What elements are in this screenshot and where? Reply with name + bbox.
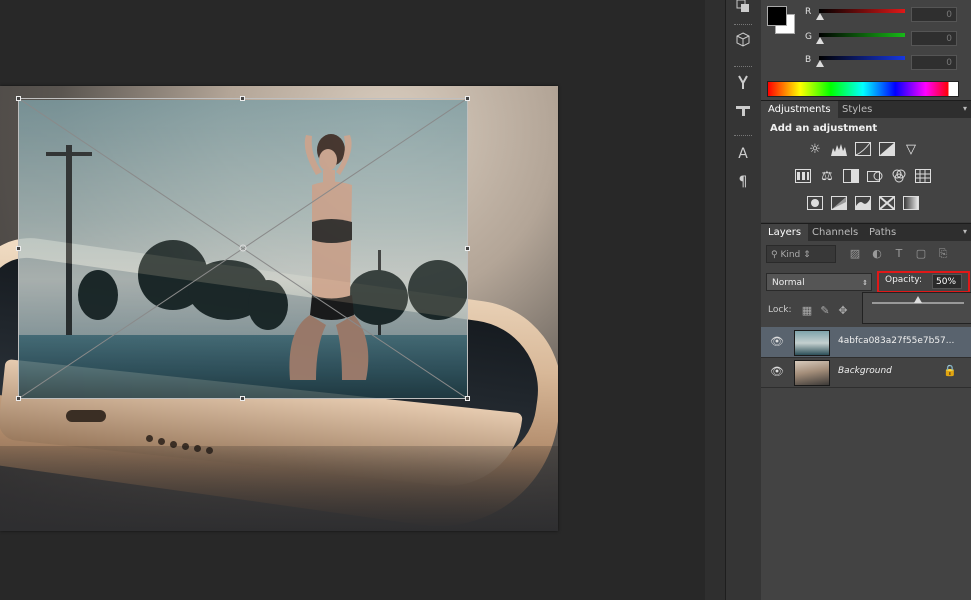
- brush-presets-icon[interactable]: [732, 74, 754, 94]
- blue-slider-thumb[interactable]: [816, 60, 824, 67]
- chevron-updown-icon: ⇕: [862, 279, 868, 287]
- green-slider-thumb[interactable]: [816, 37, 824, 44]
- red-slider-thumb[interactable]: [816, 13, 824, 20]
- opacity-slider-thumb[interactable]: [914, 296, 922, 303]
- panel-divider: [705, 0, 725, 600]
- 3d-icon[interactable]: [732, 32, 754, 52]
- speaker-hole: [146, 435, 153, 442]
- levels-icon[interactable]: [831, 142, 847, 158]
- red-value-input[interactable]: 0: [911, 7, 957, 22]
- adjustments-panel-tabs: Adjustments Styles ▾: [761, 100, 971, 119]
- layer-row-background[interactable]: 👁 Background 🔒: [761, 357, 971, 388]
- tab-adjustments[interactable]: Adjustments: [761, 101, 838, 119]
- hue-saturation-icon[interactable]: [795, 169, 811, 185]
- tab-paths[interactable]: Paths: [862, 224, 903, 242]
- layer-name[interactable]: Background: [838, 366, 892, 376]
- transform-handle-top[interactable]: [240, 96, 245, 101]
- transform-handle-bottom[interactable]: [240, 396, 245, 401]
- green-label: G: [805, 32, 812, 42]
- eye-icon[interactable]: 👁: [770, 336, 784, 348]
- phone-port: [66, 410, 106, 422]
- filter-type-icon[interactable]: T: [892, 247, 906, 261]
- red-label: R: [805, 7, 812, 17]
- blue-slider-track[interactable]: [819, 56, 905, 60]
- kind-label: Kind: [780, 250, 801, 260]
- opacity-label: Opacity:: [885, 275, 922, 285]
- lock-image-pixels-icon[interactable]: ✎: [818, 304, 832, 318]
- blend-opacity-row: Normal ⇕ Opacity: 50%: [766, 271, 971, 293]
- layer-row-overlay[interactable]: 👁 4abfca083a27f55e7b57...: [761, 327, 971, 358]
- layer-comps-icon[interactable]: [732, 0, 754, 18]
- color-panel: R 0 G 0 B 0: [761, 0, 971, 100]
- eye-icon[interactable]: 👁: [770, 366, 784, 378]
- layer-thumbnail: [794, 360, 830, 386]
- right-panel-stack: R 0 G 0 B 0 Adjustments Styles ▾ Add an …: [761, 0, 971, 600]
- tab-layers[interactable]: Layers: [761, 224, 809, 242]
- lock-position-icon[interactable]: ✥: [836, 304, 850, 318]
- layers-panel: ⚲ Kind ⇕ ▨ ◐ T ▢ ⎘ Normal ⇕ Opacity: 50%…: [761, 241, 971, 600]
- layers-panel-tabs: Layers Channels Paths ▾: [761, 223, 971, 242]
- panel-menu-icon[interactable]: ▾: [963, 227, 967, 236]
- transform-handle-bottom-right[interactable]: [465, 396, 470, 401]
- panel-grip[interactable]: [734, 66, 752, 70]
- transform-handle-top-left[interactable]: [16, 96, 21, 101]
- panel-grip[interactable]: [734, 24, 752, 28]
- transform-handle-left[interactable]: [16, 246, 21, 251]
- lock-transparent-pixels-icon[interactable]: ▦: [800, 304, 814, 318]
- lock-label: Lock:: [768, 305, 792, 315]
- filter-adjustment-icon[interactable]: ◐: [870, 247, 884, 261]
- color-balance-icon[interactable]: ⚖: [819, 169, 835, 185]
- speaker-hole: [158, 438, 165, 445]
- channel-mixer-icon[interactable]: [891, 169, 907, 185]
- filter-pixel-icon[interactable]: ▨: [848, 247, 862, 261]
- green-slider-track[interactable]: [819, 33, 905, 37]
- green-value-input[interactable]: 0: [911, 31, 957, 46]
- red-slider-track[interactable]: [819, 9, 905, 13]
- brightness-icon[interactable]: ☼: [807, 142, 823, 158]
- free-transform-box[interactable]: [18, 98, 468, 399]
- threshold-icon[interactable]: [855, 196, 871, 212]
- black-white-icon[interactable]: [843, 169, 859, 185]
- layer-thumbnail: [794, 330, 830, 356]
- blend-mode-select[interactable]: Normal ⇕: [766, 273, 872, 291]
- foreground-color-swatch[interactable]: [767, 6, 787, 26]
- blue-label: B: [805, 55, 812, 65]
- tool-presets-icon[interactable]: [732, 101, 754, 121]
- adjustments-panel: Add an adjustment ☼ ▽ ⚖: [761, 118, 971, 222]
- filter-shape-icon[interactable]: ▢: [914, 247, 928, 261]
- transform-handle-top-right[interactable]: [465, 96, 470, 101]
- canvas-area[interactable]: [0, 0, 705, 600]
- tab-styles[interactable]: Styles: [835, 101, 879, 119]
- panel-grip[interactable]: [734, 135, 752, 139]
- posterize-icon[interactable]: [831, 196, 847, 212]
- color-spectrum-bar[interactable]: [767, 81, 959, 97]
- transform-handle-bottom-left[interactable]: [16, 396, 21, 401]
- exposure-icon[interactable]: [879, 142, 895, 158]
- opacity-slider-popup[interactable]: [862, 292, 971, 324]
- panel-menu-icon[interactable]: ▾: [963, 104, 967, 113]
- layer-kind-filter[interactable]: ⚲ Kind ⇕: [766, 245, 836, 263]
- filter-smart-object-icon[interactable]: ⎘: [936, 247, 950, 261]
- vibrance-icon[interactable]: ▽: [903, 142, 919, 158]
- opacity-control-highlight[interactable]: Opacity: 50%: [877, 271, 970, 293]
- tab-channels[interactable]: Channels: [805, 224, 865, 242]
- paragraph-icon[interactable]: ¶: [732, 172, 754, 192]
- photo-filter-icon[interactable]: [867, 169, 883, 185]
- layer-name[interactable]: 4abfca083a27f55e7b57...: [838, 336, 954, 346]
- blend-mode-value: Normal: [772, 278, 805, 288]
- selective-color-icon[interactable]: [879, 196, 895, 212]
- layer-filter-row: ⚲ Kind ⇕ ▨ ◐ T ▢ ⎘: [766, 245, 966, 265]
- adjustments-title: Add an adjustment: [770, 123, 878, 134]
- opacity-input[interactable]: 50%: [932, 274, 962, 289]
- collapsed-panel-strip: A ¶: [725, 0, 762, 600]
- blue-value-input[interactable]: 0: [911, 55, 957, 70]
- color-lookup-icon[interactable]: [915, 169, 931, 185]
- lock-icon: 🔒: [943, 364, 957, 377]
- table-surface: [0, 446, 558, 531]
- transform-handle-right[interactable]: [465, 246, 470, 251]
- curves-icon[interactable]: [855, 142, 871, 158]
- character-icon[interactable]: A: [732, 144, 754, 164]
- gradient-map-icon[interactable]: [903, 196, 919, 212]
- invert-icon[interactable]: [807, 196, 823, 212]
